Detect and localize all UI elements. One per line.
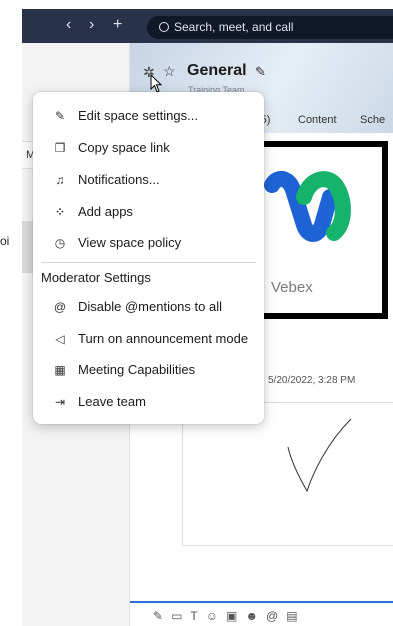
menu-item-view-space-policy[interactable]: ◷ View space policy	[33, 228, 264, 258]
star-icon[interactable]: ☆	[163, 63, 176, 80]
menu-divider	[41, 262, 256, 263]
webex-brand-text: Vebex	[271, 279, 313, 296]
drawing-checkmark	[287, 418, 352, 493]
tab-content[interactable]: Content	[298, 114, 337, 126]
menu-item-label: Turn on announcement mode	[78, 331, 249, 346]
search-icon	[159, 22, 169, 32]
menu-item-label: Disable @mentions to all	[78, 299, 222, 314]
format-text-icon[interactable]: T	[190, 609, 197, 623]
pencil-icon: ✎	[54, 109, 66, 123]
menu-item-copy-space-link[interactable]: ❐ Copy space link	[33, 133, 264, 163]
mouse-cursor-icon	[150, 74, 163, 93]
gif-icon[interactable]: ▣	[226, 609, 237, 623]
at-icon: @	[53, 300, 67, 314]
composer-divider	[130, 601, 393, 603]
menu-item-announcement-mode[interactable]: ◁ Turn on announcement mode	[33, 324, 264, 354]
pencil-icon[interactable]: ✎	[153, 609, 163, 623]
menu-item-label: Leave team	[78, 394, 146, 409]
composer-toolbar: ✎ ▭ T ☺ ▣ ☻ @ ▤	[153, 609, 298, 623]
new-button[interactable]: +	[113, 15, 122, 35]
sticker-icon[interactable]: ☻	[245, 609, 258, 623]
emoji-icon[interactable]: ☺	[206, 609, 218, 623]
policy-icon: ◷	[54, 236, 66, 250]
message-timestamp: 5/20/2022, 3:28 PM	[268, 375, 356, 386]
search-input[interactable]: Search, meet, and call	[147, 16, 393, 39]
search-placeholder: Search, meet, and call	[174, 20, 294, 34]
menu-item-label: Notifications...	[78, 172, 160, 187]
megaphone-icon: ◁	[55, 332, 65, 346]
menu-item-edit-space-settings[interactable]: ✎ Edit space settings...	[33, 101, 264, 131]
calendar-icon: ▦	[54, 363, 66, 377]
menu-item-disable-mentions[interactable]: @ Disable @mentions to all	[33, 292, 264, 322]
menu-item-label: Add apps	[78, 204, 133, 219]
tab-schedule[interactable]: Sche	[360, 114, 385, 126]
top-bar-left-strip	[0, 9, 22, 43]
moderator-settings-heading: Moderator Settings	[41, 270, 151, 285]
bell-icon: ♫	[55, 173, 65, 187]
menu-item-meeting-capabilities[interactable]: ▦ Meeting Capabilities	[33, 355, 264, 385]
menu-item-label: Meeting Capabilities	[78, 362, 196, 377]
sidebar-text-fragment: oi	[0, 234, 10, 248]
space-title: General	[187, 62, 247, 79]
menu-item-leave-team[interactable]: ⇥ Leave team	[33, 387, 264, 417]
menu-item-add-apps[interactable]: ⁘ Add apps	[33, 197, 264, 227]
screenshot-icon[interactable]: ▭	[171, 609, 182, 623]
mention-icon[interactable]: @	[266, 609, 278, 623]
copy-icon: ❐	[54, 141, 66, 155]
menu-item-label: Edit space settings...	[78, 108, 198, 123]
edit-title-icon[interactable]: ✎	[255, 64, 266, 80]
forward-button[interactable]: ›	[89, 15, 94, 35]
contact-card-icon[interactable]: ▤	[286, 609, 297, 623]
back-button[interactable]: ‹	[66, 15, 71, 35]
menu-item-notifications[interactable]: ♫ Notifications...	[33, 165, 264, 195]
webex-logo-icon	[264, 170, 351, 242]
menu-item-label: View space policy	[78, 235, 182, 250]
left-gap	[0, 43, 22, 626]
apps-icon: ⁘	[54, 205, 66, 219]
space-settings-menu: ✎ Edit space settings... ❐ Copy space li…	[33, 92, 264, 424]
top-bar: ‹ › + Search, meet, and call	[0, 0, 393, 43]
leave-icon: ⇥	[54, 395, 66, 409]
menu-item-label: Copy space link	[78, 140, 170, 155]
